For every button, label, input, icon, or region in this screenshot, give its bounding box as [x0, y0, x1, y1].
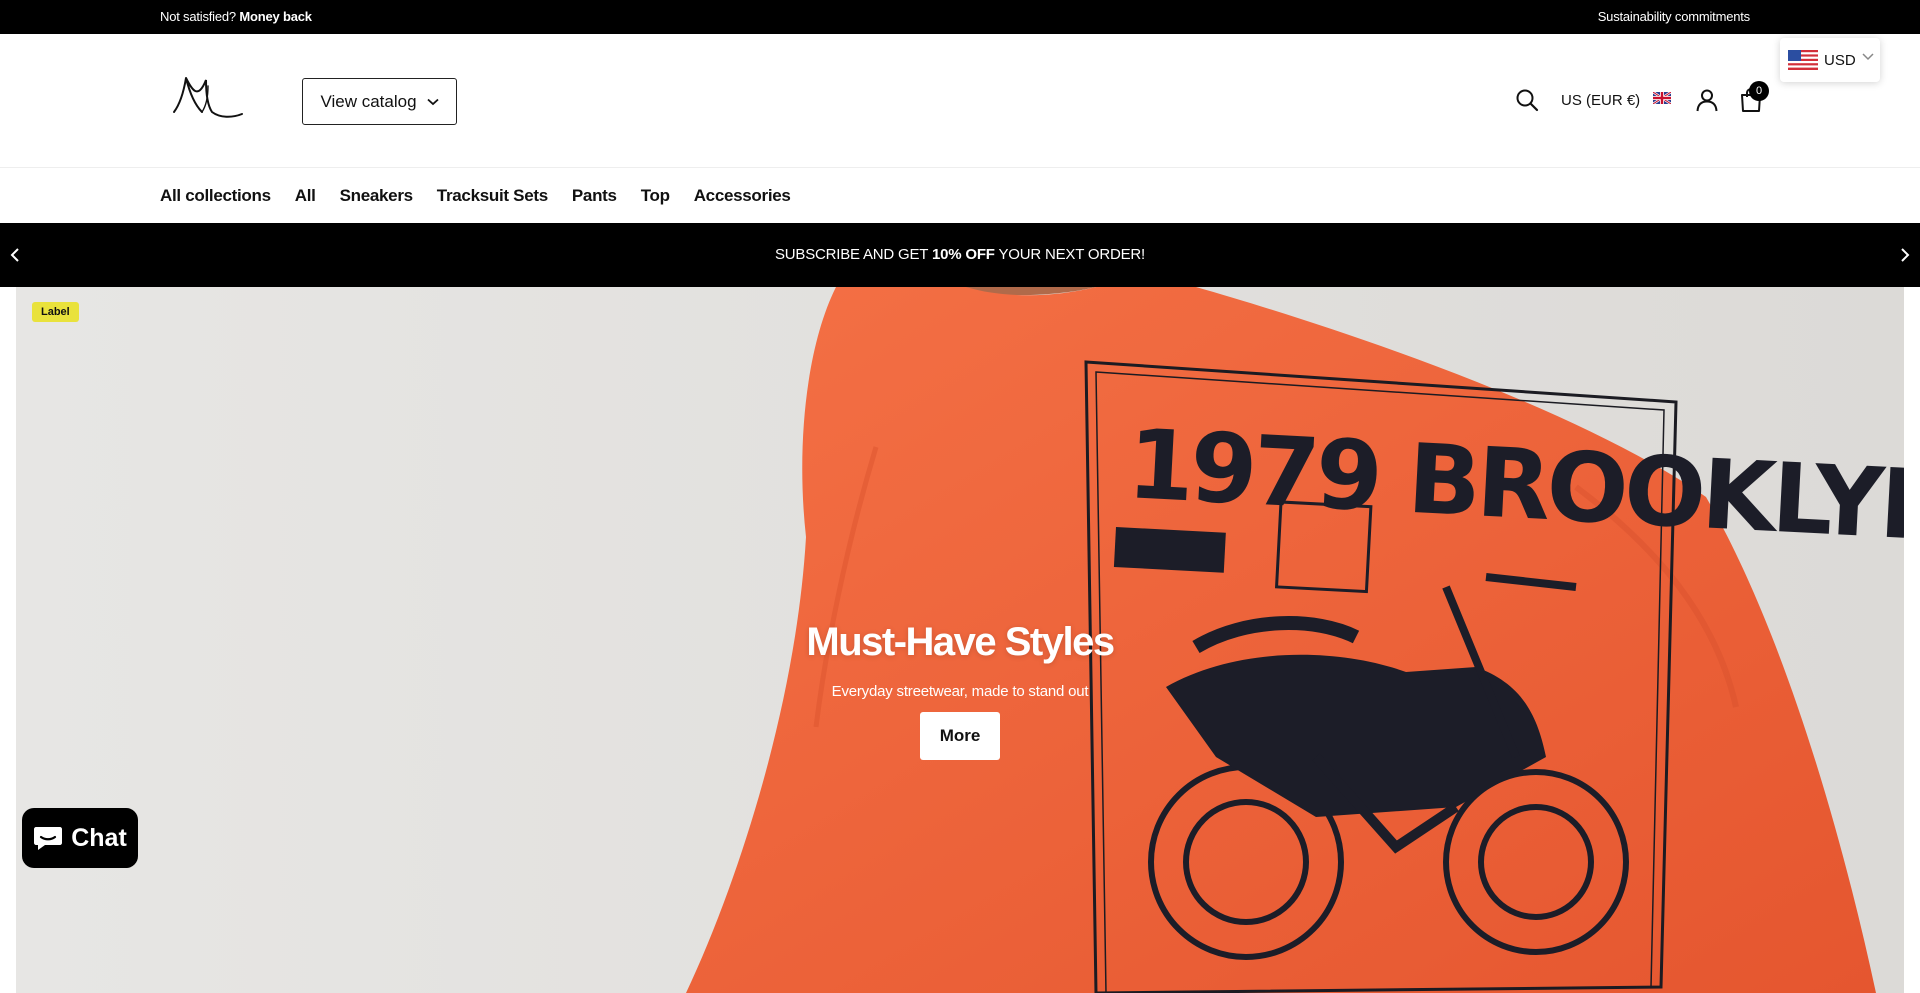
nav-item-all-collections[interactable]: All collections — [160, 186, 271, 206]
nav-item-top[interactable]: Top — [641, 186, 670, 206]
promo-message: SUBSCRIBE AND GET 10% OFF YOUR NEXT ORDE… — [774, 246, 1146, 263]
nav-list: All collections All Sneakers Tracksuit S… — [160, 186, 815, 206]
view-catalog-button[interactable]: View catalog — [302, 78, 457, 125]
chevron-down-icon — [1862, 53, 1874, 61]
hero-content: Must-Have Styles Everyday streetwear, ma… — [16, 620, 1904, 760]
chevron-down-icon — [426, 98, 439, 105]
gb-flag-icon — [1653, 92, 1671, 104]
site-header: View catalog US (EUR €) 0 — [0, 34, 1920, 168]
nav-item-tracksuit-sets[interactable]: Tracksuit Sets — [437, 186, 548, 206]
hero-label-badge: Label — [32, 302, 79, 322]
chevron-right-icon — [1901, 248, 1910, 262]
nav-item-accessories[interactable]: Accessories — [694, 186, 791, 206]
chat-icon — [34, 827, 63, 850]
main-navigation: All collections All Sneakers Tracksuit S… — [0, 168, 1920, 223]
chat-label: Chat — [71, 823, 127, 852]
nav-item-pants[interactable]: Pants — [572, 186, 617, 206]
nav-item-sneakers[interactable]: Sneakers — [340, 186, 414, 206]
promo-next-button[interactable] — [1895, 245, 1915, 265]
currency-code: USD — [1824, 51, 1856, 69]
promo-discount: 10% OFF — [931, 246, 995, 263]
hero-banner: 1979 BROOKLYN Label Must-Have Styles Eve… — [16, 287, 1904, 993]
chat-button[interactable]: Chat — [22, 808, 138, 868]
hero-more-button[interactable]: More — [919, 712, 1001, 760]
currency-selector[interactable]: USD — [1780, 38, 1880, 82]
search-button[interactable] — [1514, 87, 1540, 113]
view-catalog-label: View catalog — [320, 91, 417, 111]
hero-title: Must-Have Styles — [806, 620, 1115, 664]
account-icon — [1696, 89, 1718, 112]
locale-selector[interactable]: US (EUR €) — [1561, 92, 1640, 109]
nav-item-all[interactable]: All — [295, 186, 316, 206]
money-back-link[interactable]: Money back — [239, 9, 312, 24]
promo-banner: SUBSCRIBE AND GET 10% OFF YOUR NEXT ORDE… — [0, 223, 1920, 287]
account-button[interactable] — [1694, 87, 1720, 113]
hero-subtitle: Everyday streetwear, made to stand out — [831, 683, 1089, 700]
announcement-bar: Not satisfied? Money back Sustainability… — [0, 0, 1920, 34]
us-flag-icon — [1788, 50, 1818, 70]
cart-count-badge: 0 — [1749, 81, 1769, 101]
sustainability-link[interactable]: Sustainability commitments — [1598, 9, 1751, 24]
search-icon — [1516, 89, 1539, 112]
language-selector[interactable] — [1652, 90, 1672, 106]
money-back-text: Not satisfied? Money back — [160, 9, 312, 24]
brand-logo[interactable] — [172, 72, 244, 122]
